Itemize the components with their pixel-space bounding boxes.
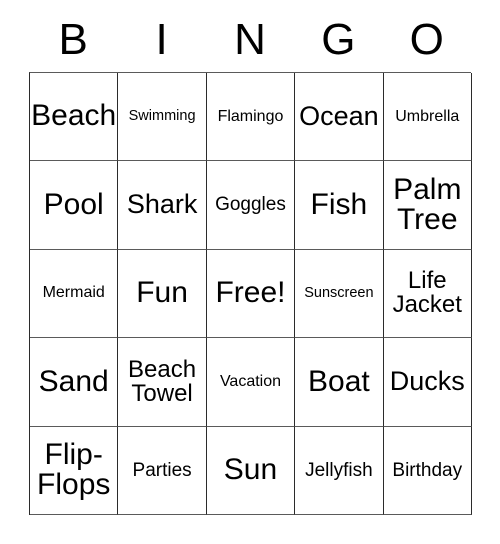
bingo-cell-label: Fun [136,276,188,310]
bingo-cell[interactable]: Umbrella [383,73,472,162]
bingo-cell-label: Fish [310,187,368,221]
bingo-cell[interactable]: Vacation [206,338,296,427]
bingo-cell-label: Pool [43,187,104,221]
bingo-cell[interactable]: Jellyfish [295,426,384,515]
bingo-cell-label: Goggles [215,194,286,216]
bingo-grid: Beach Swimming Flamingo Ocean Umbrella P… [29,72,472,515]
bingo-cell-label: Beach [31,99,117,133]
bingo-cell-label: Beach Towel [128,355,197,407]
bingo-cell-label: Sun [223,452,278,486]
bingo-cell-label: Sunscreen [304,285,374,302]
bingo-header-letter-g: G [321,15,356,64]
bingo-cell[interactable]: Fun [118,249,207,339]
bingo-cell[interactable]: Sunscreen [295,249,384,339]
bingo-cell-label: Palm Tree [393,173,462,237]
bingo-cell-label: Mermaid [42,284,105,302]
bingo-cell-label: Free! [215,276,286,310]
bingo-card: B I N G O Beach Swimming Flamingo Ocean … [29,0,472,515]
bingo-cell-label: Ducks [389,366,465,397]
bingo-cell-label: Flamingo [217,107,284,125]
bingo-cell[interactable]: Mermaid [30,249,119,339]
bingo-cell-label: Vacation [219,372,282,390]
bingo-cell[interactable]: Birthday [383,426,472,515]
bingo-header-letter-b: B [58,15,88,64]
bingo-cell-label: Life Jacket [392,267,462,319]
bingo-cell[interactable]: Parties [118,426,207,515]
bingo-cell-label: Sand [38,364,109,398]
bingo-header-letter-o: O [409,15,444,64]
bingo-cell-label: Shark [126,189,198,220]
bingo-cell-label: Ocean [299,100,379,131]
bingo-cell-label: Swimming [128,108,196,125]
bingo-header-letter-n: N [234,15,266,64]
bingo-cell-label: Parties [132,459,192,481]
bingo-cell[interactable]: Life Jacket [383,249,472,339]
bingo-cell[interactable]: Flip-Flops [30,426,119,515]
bingo-header-row: B I N G O [29,0,471,72]
bingo-cell[interactable]: Swimming [118,73,207,162]
bingo-cell[interactable]: Sun [206,426,296,515]
bingo-cell-free[interactable]: Free! [206,249,296,339]
bingo-cell-label: Jellyfish [305,459,373,481]
bingo-cell[interactable]: Goggles [206,161,296,250]
bingo-cell[interactable]: Boat [295,338,384,427]
bingo-cell[interactable]: Fish [295,161,384,250]
bingo-cell-label: Birthday [392,459,463,481]
bingo-cell[interactable]: Shark [118,161,207,250]
bingo-cell-label: Umbrella [395,107,460,125]
bingo-cell[interactable]: Ocean [295,73,384,162]
bingo-cell[interactable]: Beach Towel [118,338,207,427]
bingo-cell[interactable]: Beach [30,73,119,162]
bingo-cell[interactable]: Ducks [383,338,472,427]
bingo-header-letter-i: I [155,15,168,64]
bingo-cell-label: Flip-Flops [37,438,111,502]
bingo-cell[interactable]: Palm Tree [383,161,472,250]
bingo-cell[interactable]: Pool [30,161,119,250]
bingo-cell-label: Boat [308,364,370,398]
bingo-cell[interactable]: Flamingo [206,73,296,162]
bingo-cell[interactable]: Sand [30,338,119,427]
